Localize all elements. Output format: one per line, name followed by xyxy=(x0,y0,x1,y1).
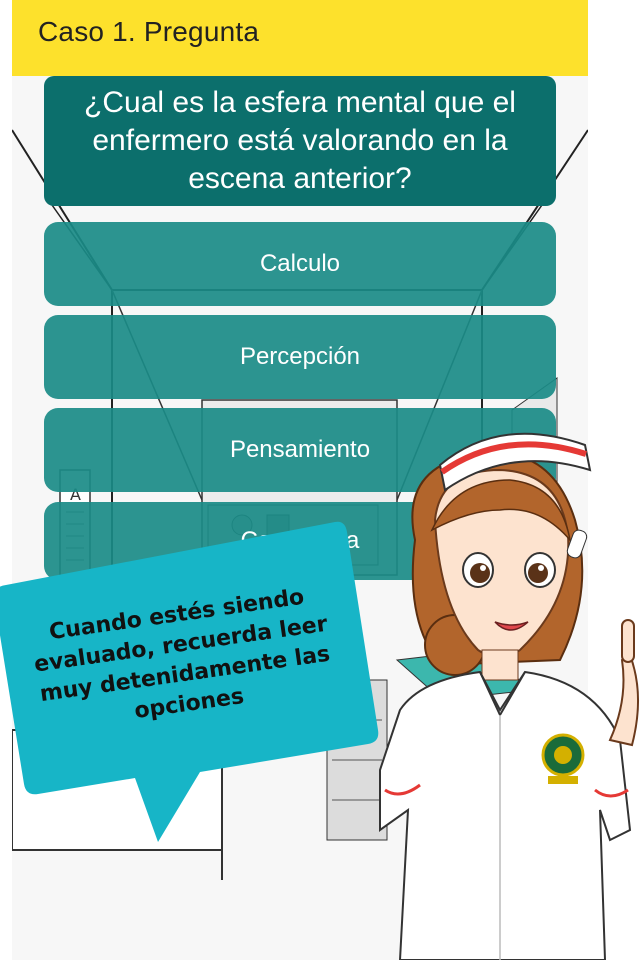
option-calculo-button[interactable]: Calculo xyxy=(44,222,556,306)
page-title: Caso 1. Pregunta xyxy=(38,16,260,47)
university-badge-icon xyxy=(541,733,585,784)
nurse-character-illustration xyxy=(379,432,639,960)
header-bar: Caso 1. Pregunta xyxy=(12,0,588,76)
question-box: ¿Cual es la esfera mental que el enferme… xyxy=(44,76,556,206)
option-percepcion-button[interactable]: Percepción xyxy=(44,315,556,399)
